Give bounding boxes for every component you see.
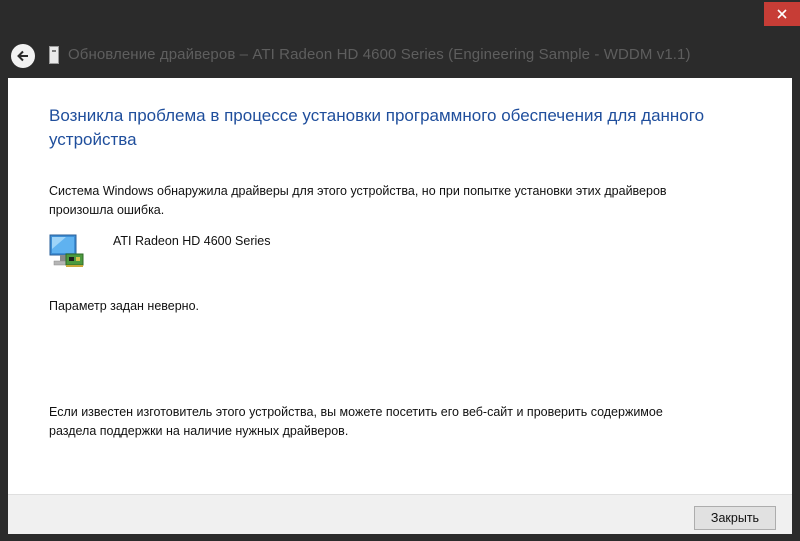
device-manager-icon [49, 46, 59, 64]
dialog-footer: Закрыть [8, 494, 792, 534]
title-bar: Обновление драйверов – ATI Radeon HD 460… [0, 0, 800, 78]
content-area: Возникла проблема в процессе установки п… [8, 78, 792, 494]
page-title: Возникла проблема в процессе установки п… [49, 106, 705, 149]
hint-text: Если известен изготовитель этого устройс… [49, 405, 663, 438]
arrow-left-icon [17, 50, 28, 62]
device-name: ATI Radeon HD 4600 Series [113, 234, 271, 248]
window-close-button[interactable] [764, 2, 800, 26]
error-message: Параметр задан неверно. [49, 299, 200, 313]
back-button[interactable] [11, 44, 35, 68]
description-text: Система Windows обнаружила драйверы для … [49, 184, 667, 217]
close-button[interactable]: Закрыть [694, 506, 776, 530]
monitor-with-card-icon [49, 234, 84, 267]
close-icon [777, 9, 787, 19]
window-title: Обновление драйверов – ATI Radeon HD 460… [68, 46, 691, 63]
dialog-window: Обновление драйверов – ATI Radeon HD 460… [0, 0, 800, 541]
